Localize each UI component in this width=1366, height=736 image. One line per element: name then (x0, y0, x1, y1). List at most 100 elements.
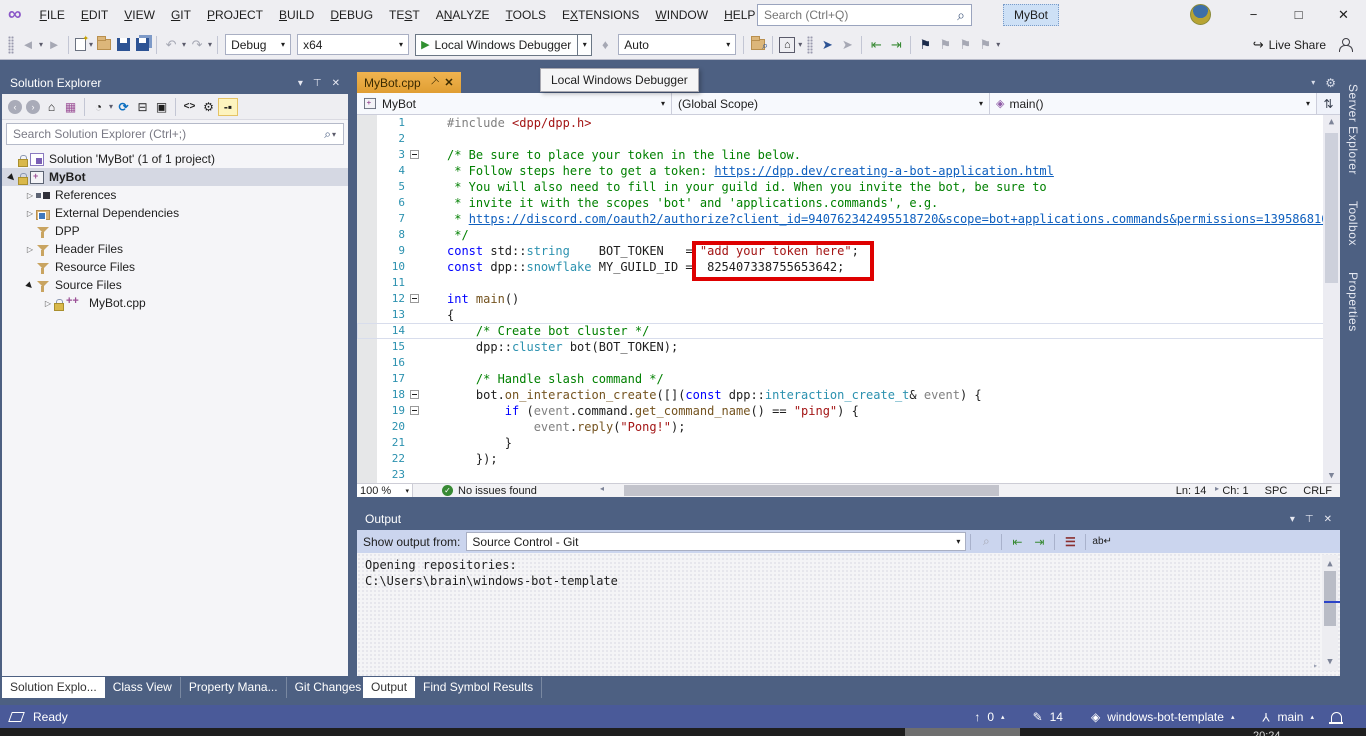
menu-item-build[interactable]: BUILD (271, 0, 322, 30)
clear-all-icon[interactable]: ☰ (1061, 535, 1079, 549)
pin-icon[interactable]: ⊤ (313, 78, 322, 89)
start-debugging-dropdown-icon[interactable]: ▾ (577, 35, 591, 55)
vertical-tab-server-explorer[interactable]: Server Explorer (1346, 84, 1360, 175)
expand-arrow-icon[interactable]: ▷ (42, 299, 54, 308)
breakpoint-margin[interactable] (357, 291, 377, 307)
feedback-icon[interactable] (8, 712, 25, 722)
menu-item-window[interactable]: WINDOW (647, 0, 716, 30)
tab-list-dropdown-icon[interactable]: ▾ (1311, 78, 1315, 87)
breakpoint-margin[interactable] (357, 115, 377, 131)
scroll-up-icon[interactable]: ▲ (1323, 117, 1340, 127)
expand-arrow-icon[interactable]: ▷ (24, 191, 36, 200)
code-line[interactable]: 22 }); (357, 451, 1340, 467)
maximize-button[interactable]: □ (1276, 0, 1321, 30)
search-icon[interactable]: ⌕ (324, 127, 331, 142)
notifications-bell-icon[interactable] (1331, 712, 1342, 722)
solution-explorer-search-box[interactable]: Search Solution Explorer (Ctrl+;) ⌕ ▾ (6, 123, 344, 145)
show-all-files-icon[interactable]: <> (181, 101, 198, 112)
breakpoint-margin[interactable] (357, 307, 377, 323)
menu-item-test[interactable]: TEST (381, 0, 428, 30)
scroll-down-icon[interactable]: ▼ (1322, 654, 1338, 670)
column-indicator[interactable]: Ch: 1 (1222, 485, 1248, 497)
breakpoint-margin[interactable] (357, 179, 377, 195)
open-file-icon[interactable] (97, 39, 111, 50)
code-line[interactable]: 19 if (event.command.get_command_name() … (357, 403, 1340, 419)
scrollbar-thumb[interactable] (1325, 133, 1338, 283)
chevron-up-icon[interactable]: ▴ (1001, 713, 1005, 721)
tab-class-view[interactable]: Class View (105, 677, 181, 698)
tree-item-mybot[interactable]: ▶MyBot (2, 168, 348, 186)
breakpoint-margin[interactable] (357, 275, 377, 291)
new-file-icon[interactable] (75, 38, 86, 51)
menu-item-debug[interactable]: DEBUG (322, 0, 381, 30)
forward-icon[interactable]: › (26, 100, 40, 114)
save-all-icon[interactable] (136, 38, 149, 51)
split-window-button[interactable]: ⇅ (1317, 93, 1340, 114)
scroll-down-icon[interactable]: ▼ (1323, 471, 1340, 481)
tree-item-solution-mybot-1-of-1-project[interactable]: Solution 'MyBot' (1 of 1 project) (2, 150, 348, 168)
member-scope-dropdown[interactable]: ◈ main() ▾ (990, 93, 1317, 114)
menu-item-analyze[interactable]: ANALYZE (428, 0, 498, 30)
next-message-icon[interactable]: ⇥ (1030, 535, 1048, 549)
output-title-bar[interactable]: Output ▾ ⊤ ✕ (357, 508, 1340, 530)
word-wrap-icon[interactable]: ab↵ (1092, 536, 1112, 547)
menu-item-extensions[interactable]: EXTENSIONS (554, 0, 647, 30)
refresh-icon[interactable]: ⟳ (115, 100, 132, 114)
close-panel-icon[interactable]: ✕ (332, 78, 340, 89)
scroll-left-icon[interactable]: ◂ (600, 484, 604, 493)
menu-item-edit[interactable]: EDIT (73, 0, 116, 30)
breakpoint-margin[interactable] (357, 259, 377, 275)
code-line[interactable]: 20 event.reply("Pong!"); (357, 419, 1340, 435)
breakpoint-margin[interactable] (357, 419, 377, 435)
breakpoint-margin[interactable] (357, 371, 377, 387)
user-avatar[interactable] (1190, 4, 1211, 25)
pin-icon[interactable]: ⊤ (1305, 514, 1314, 525)
toolbar-grip[interactable] (8, 36, 14, 54)
breakpoint-margin[interactable] (357, 435, 377, 451)
tree-item-external-dependencies[interactable]: ▷External Dependencies (2, 204, 348, 222)
insert-mode-indicator[interactable]: SPC (1265, 485, 1288, 497)
menu-item-project[interactable]: PROJECT (199, 0, 271, 30)
code-line[interactable]: 7 * https://discord.com/oauth2/authorize… (357, 211, 1340, 227)
tab-find-symbol-results[interactable]: Find Symbol Results (415, 677, 542, 698)
previous-bookmark-icon[interactable]: ⚑ (937, 34, 953, 56)
expand-arrow-icon[interactable]: ▷ (24, 209, 36, 218)
breakpoint-margin[interactable] (357, 227, 377, 243)
tab-property-mana[interactable]: Property Mana... (181, 677, 287, 698)
window-position-icon[interactable]: ▾ (1290, 514, 1295, 525)
vertical-tab-toolbox[interactable]: Toolbox (1346, 201, 1360, 246)
code-line[interactable]: 3/* Be sure to place your token in the l… (357, 147, 1340, 163)
document-tab-mybot-cpp[interactable]: MyBot.cpp ⊤ ✕ (357, 72, 461, 93)
scrollbar-thumb[interactable] (624, 485, 999, 496)
minimize-button[interactable]: − (1231, 0, 1276, 30)
code-line[interactable]: 1#include <dpp/dpp.h> (357, 115, 1340, 131)
breakpoint-margin[interactable] (357, 387, 377, 403)
menu-item-tools[interactable]: TOOLS (498, 0, 554, 30)
vertical-tab-properties[interactable]: Properties (1346, 272, 1360, 332)
expand-arrow-icon[interactable]: ▷ (24, 245, 36, 254)
fold-collapse-icon[interactable] (410, 406, 419, 415)
chevron-up-icon[interactable]: ▴ (1231, 713, 1235, 721)
solution-configuration-dropdown[interactable]: Debug▾ (225, 34, 291, 55)
breakpoint-margin[interactable] (357, 211, 377, 227)
find-in-files-icon[interactable]: ⌕ (751, 39, 765, 50)
code-line[interactable]: 13{ (357, 307, 1340, 323)
zoom-level-dropdown[interactable]: 100 %▾ (357, 484, 413, 497)
current-branch-name[interactable]: main (1277, 710, 1303, 724)
pin-tab-icon[interactable]: ⊤ (426, 76, 440, 90)
navigate-back-dropdown-icon[interactable]: ▾ (39, 40, 43, 49)
breakpoint-margin[interactable] (357, 451, 377, 467)
attach-cursor-icon[interactable]: ➤ (819, 34, 835, 56)
tab-git-changes[interactable]: Git Changes (287, 677, 371, 698)
quick-search-box[interactable]: ⌕ (757, 4, 972, 26)
code-line[interactable]: 5 * You will also need to fill in your g… (357, 179, 1340, 195)
search-input[interactable] (764, 8, 957, 22)
redo-dropdown-icon[interactable]: ▾ (208, 40, 212, 49)
tree-item-dpp[interactable]: DPP (2, 222, 348, 240)
project-title-chip[interactable]: MyBot (1003, 4, 1059, 26)
breakpoint-margin[interactable] (357, 131, 377, 147)
navigate-forward-icon[interactable]: ► (46, 34, 62, 56)
code-line[interactable]: 6 * invite it with the scopes 'bot' and … (357, 195, 1340, 211)
code-line[interactable]: 14 /* Create bot cluster */ (357, 323, 1340, 339)
output-vertical-scrollbar[interactable]: ▲ ▼ (1322, 555, 1338, 671)
